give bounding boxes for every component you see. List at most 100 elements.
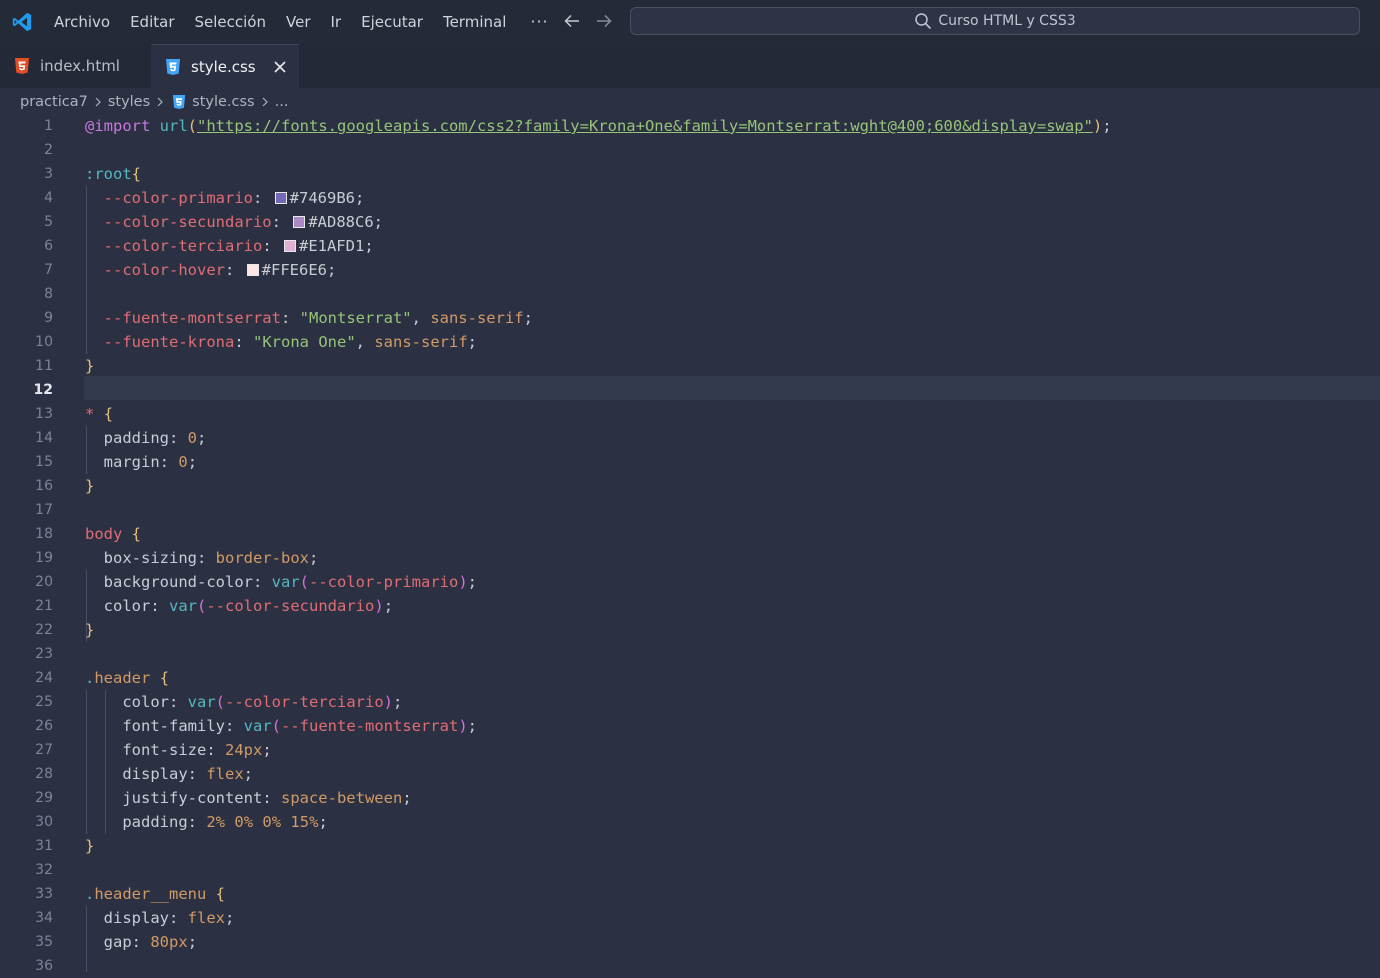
code-line[interactable]: 9 --fuente-montserrat: "Montserrat", san…: [0, 306, 1380, 330]
line-code: .header {: [85, 669, 170, 687]
line-code: gap: 80px;: [103, 933, 198, 951]
breadcrumb-folder[interactable]: practica7: [20, 94, 88, 110]
menu-editar[interactable]: Editar: [120, 0, 184, 44]
code-line[interactable]: 17: [0, 498, 1380, 522]
color-swatch[interactable]: [293, 216, 306, 228]
code-line[interactable]: 3 :root{: [0, 162, 1380, 186]
code-line[interactable]: 12: [0, 378, 1380, 402]
close-icon[interactable]: [271, 58, 289, 76]
vscode-logo-icon[interactable]: [11, 11, 33, 33]
color-swatch[interactable]: [283, 240, 296, 252]
chevron-right-icon: [262, 97, 268, 107]
code-line[interactable]: 2: [0, 138, 1380, 162]
line-number: 8: [44, 286, 53, 302]
tab-index-html[interactable]: index.html: [0, 44, 150, 88]
menu-bar: Archivo Editar Selección Ver Ir Ejecutar…: [44, 0, 563, 44]
code-line[interactable]: 31}: [0, 834, 1380, 858]
code-line[interactable]: 11}: [0, 354, 1380, 378]
line-code: :root{: [85, 165, 142, 183]
code-line[interactable]: 34 display: flex;: [0, 906, 1380, 930]
code-editor[interactable]: 1 @import url("https://fonts.googleapis.c…: [0, 114, 1380, 974]
line-code: display: flex;: [103, 909, 235, 927]
line-code: font-family: var(--fuente-montserrat);: [122, 717, 477, 735]
line-code: * {: [85, 405, 114, 423]
menu-seleccion[interactable]: Selección: [185, 0, 277, 44]
color-swatch[interactable]: [274, 192, 287, 204]
code-line[interactable]: 36: [0, 954, 1380, 978]
code-line[interactable]: 28 display: flex;: [0, 762, 1380, 786]
code-line[interactable]: 27 font-size: 24px;: [0, 738, 1380, 762]
line-number: 22: [35, 622, 53, 638]
menu-more-button[interactable]: ···: [516, 2, 562, 42]
menu-ejecutar[interactable]: Ejecutar: [351, 0, 433, 44]
code-line[interactable]: 15 margin: 0;: [0, 450, 1380, 474]
code-line[interactable]: 29 justify-content: space-between;: [0, 786, 1380, 810]
search-icon: [915, 13, 932, 30]
line-number: 7: [44, 262, 53, 278]
code-line[interactable]: 6 --color-terciario: #E1AFD1;: [0, 234, 1380, 258]
line-code: }: [85, 477, 95, 495]
code-line[interactable]: 35 gap: 80px;: [0, 930, 1380, 954]
breadcrumb-file[interactable]: style.css: [192, 94, 254, 110]
line-code: body {: [85, 525, 142, 543]
code-line[interactable]: 32: [0, 858, 1380, 882]
menu-terminal[interactable]: Terminal: [433, 0, 516, 44]
line-code: margin: 0;: [103, 453, 198, 471]
line-number: 10: [35, 334, 53, 350]
command-center-search[interactable]: Curso HTML y CSS3: [630, 7, 1360, 35]
editor-tab-bar: index.html style.css: [0, 44, 1380, 88]
line-number: 14: [35, 430, 53, 446]
arrow-right-icon[interactable]: [593, 10, 615, 32]
line-number: 5: [44, 214, 53, 230]
line-code: }: [85, 621, 95, 639]
code-line[interactable]: 33 .header__menu {: [0, 882, 1380, 906]
code-line[interactable]: 20 background-color: var(--color-primari…: [0, 570, 1380, 594]
color-swatch[interactable]: [246, 264, 259, 276]
line-code: padding: 2% 0% 0% 15%;: [122, 813, 328, 831]
code-line[interactable]: 26 font-family: var(--fuente-montserrat)…: [0, 714, 1380, 738]
line-code: --fuente-montserrat: "Montserrat", sans-…: [103, 309, 533, 327]
line-code: --color-hover: #FFE6E6;: [103, 261, 337, 279]
line-number: 18: [35, 526, 53, 542]
code-line[interactable]: 4 --color-primario: #7469B6;: [0, 186, 1380, 210]
code-line[interactable]: 19 box-sizing: border-box;: [0, 546, 1380, 570]
line-number: 30: [35, 814, 53, 830]
menu-ir[interactable]: Ir: [321, 0, 352, 44]
menu-ver[interactable]: Ver: [276, 0, 321, 44]
code-line[interactable]: 25 color: var(--color-terciario);: [0, 690, 1380, 714]
code-line[interactable]: 22}: [0, 618, 1380, 642]
line-number: 26: [35, 718, 53, 734]
line-code: .header__menu {: [85, 885, 226, 903]
code-line[interactable]: 24 .header {: [0, 666, 1380, 690]
line-number: 34: [35, 910, 53, 926]
code-line[interactable]: 16}: [0, 474, 1380, 498]
breadcrumb-more[interactable]: ...: [275, 94, 289, 110]
code-line[interactable]: 10 --fuente-krona: "Krona One", sans-ser…: [0, 330, 1380, 354]
line-code: --color-secundario: #AD88C6;: [103, 213, 383, 231]
code-line[interactable]: 18 body {: [0, 522, 1380, 546]
line-code: }: [85, 837, 95, 855]
line-number: 28: [35, 766, 53, 782]
code-line[interactable]: 21 color: var(--color-secundario);: [0, 594, 1380, 618]
code-line[interactable]: 7 --color-hover: #FFE6E6;: [0, 258, 1380, 282]
code-line[interactable]: 5 --color-secundario: #AD88C6;: [0, 210, 1380, 234]
arrow-left-icon[interactable]: [561, 10, 583, 32]
menu-archivo[interactable]: Archivo: [44, 0, 120, 44]
line-code: justify-content: space-between;: [122, 789, 412, 807]
line-code: }: [85, 357, 95, 375]
line-number: 25: [35, 694, 53, 710]
code-line[interactable]: 30 padding: 2% 0% 0% 15%;: [0, 810, 1380, 834]
code-line[interactable]: 1 @import url("https://fonts.googleapis.c…: [0, 114, 1380, 138]
line-number: 12: [33, 382, 53, 398]
code-line[interactable]: 13 * {: [0, 402, 1380, 426]
line-number: 13: [35, 406, 53, 422]
tab-style-css[interactable]: style.css: [151, 44, 299, 88]
code-line[interactable]: 23: [0, 642, 1380, 666]
line-number: 15: [35, 454, 53, 470]
line-number: 35: [35, 934, 53, 950]
code-line[interactable]: 8: [0, 282, 1380, 306]
breadcrumb-subfolder[interactable]: styles: [108, 94, 150, 110]
code-line[interactable]: 14 padding: 0;: [0, 426, 1380, 450]
line-number: 24: [35, 670, 53, 686]
line-number: 3: [44, 166, 53, 182]
